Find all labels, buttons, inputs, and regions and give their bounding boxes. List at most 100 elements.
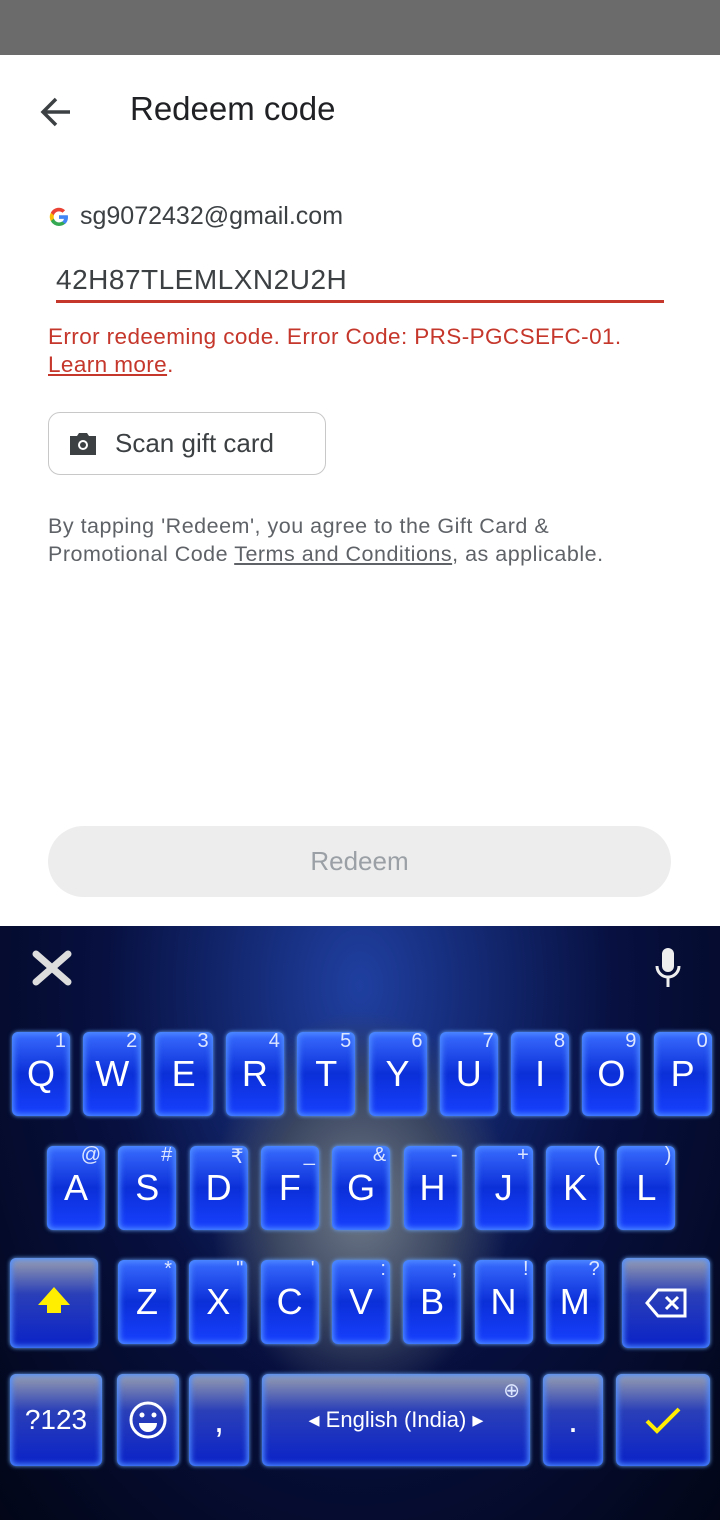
key-w[interactable]: W2 — [83, 1030, 142, 1116]
key-hint: 4 — [268, 1030, 280, 1052]
key-hint: ( — [593, 1144, 601, 1166]
key-m[interactable]: M? — [545, 1258, 604, 1344]
key-label: W — [95, 1053, 130, 1094]
key-k[interactable]: K( — [546, 1144, 605, 1230]
key-i[interactable]: I8 — [511, 1030, 570, 1116]
terms-link[interactable]: Terms and Conditions — [234, 542, 452, 566]
key-c[interactable]: C ' — [260, 1258, 319, 1344]
key-x[interactable]: X " — [189, 1258, 248, 1344]
globe-icon: ⊕ — [503, 1380, 520, 1402]
key-hint: @ — [80, 1144, 101, 1166]
key-hint: * — [164, 1258, 172, 1280]
key-hint: 1 — [54, 1030, 66, 1052]
key-label: P — [670, 1053, 695, 1094]
key-hint: " — [236, 1258, 244, 1280]
crossbones-icon[interactable] — [30, 948, 74, 993]
key-l[interactable]: L) — [617, 1144, 676, 1230]
space-label: ◂ English (India) ▸ — [308, 1407, 484, 1432]
key-label: C — [276, 1281, 303, 1322]
key-z[interactable]: Z * — [118, 1258, 176, 1344]
key-hint: 6 — [411, 1030, 423, 1052]
account-email: sg9072432@gmail.com — [80, 202, 344, 230]
emoji-key[interactable] — [117, 1374, 179, 1466]
key-hint: & — [372, 1144, 387, 1166]
scan-gift-card-button[interactable]: Scan gift card — [48, 412, 326, 475]
key-u[interactable]: U7 — [439, 1030, 498, 1116]
key-label: D — [205, 1167, 232, 1208]
key-label: B — [420, 1281, 445, 1322]
shift-key[interactable] — [10, 1258, 98, 1348]
key-label: X — [206, 1281, 231, 1322]
terms-text: By tapping 'Redeem', you agree to the Gi… — [48, 514, 604, 566]
key-label: L — [636, 1167, 657, 1208]
key-hint: + — [517, 1144, 529, 1166]
key-h[interactable]: H- — [403, 1144, 462, 1230]
google-g-icon — [49, 207, 69, 226]
page-title: Redeem code — [130, 90, 336, 127]
key-label: A — [63, 1167, 88, 1208]
camera-icon — [70, 432, 96, 455]
error-message: Error redeeming code. Error Code: PRS-PG… — [48, 324, 622, 377]
backspace-key[interactable] — [622, 1258, 710, 1348]
status-bar — [0, 0, 720, 55]
key-b[interactable]: B; — [403, 1258, 462, 1344]
key-a[interactable]: A @ — [47, 1144, 105, 1230]
key-label: J — [494, 1167, 513, 1208]
shift-arrow-icon — [38, 1287, 70, 1313]
key-hint: ₹ — [230, 1146, 244, 1168]
key-label: . — [567, 1399, 578, 1440]
key-label: H — [419, 1167, 446, 1208]
key-hint: ) — [664, 1144, 672, 1166]
key-label: Y — [385, 1053, 410, 1094]
key-d[interactable]: D ₹ — [189, 1146, 248, 1230]
key-v[interactable]: V: — [331, 1258, 390, 1344]
key-label: O — [597, 1053, 626, 1094]
key-hint: ! — [522, 1258, 529, 1280]
period-key[interactable]: . — [543, 1374, 603, 1466]
symbols-key[interactable]: ?123 — [10, 1374, 102, 1466]
comma-key[interactable]: , — [189, 1374, 249, 1466]
learn-more-link[interactable]: Learn more — [48, 352, 167, 377]
key-p[interactable]: P0 — [653, 1030, 712, 1116]
key-label: N — [490, 1281, 517, 1322]
back-button[interactable] — [36, 92, 76, 132]
account-row: sg9072432@gmail.com — [48, 202, 343, 231]
key-hint: 9 — [625, 1030, 637, 1052]
key-label: M — [559, 1281, 590, 1322]
key-y[interactable]: Y6 — [368, 1030, 427, 1116]
key-n[interactable]: N! — [474, 1258, 533, 1344]
key-hint: 8 — [553, 1030, 566, 1052]
key-hint: ? — [588, 1258, 600, 1280]
key-label: Q — [26, 1053, 55, 1094]
code-input[interactable] — [56, 260, 664, 303]
key-label: R — [241, 1053, 268, 1094]
key-hint: 7 — [482, 1030, 494, 1052]
emoji-icon — [129, 1401, 167, 1439]
microphone-icon[interactable] — [652, 946, 684, 995]
key-g[interactable]: G & — [332, 1144, 391, 1230]
key-s[interactable]: S # — [118, 1144, 177, 1230]
key-hint: 2 — [126, 1030, 138, 1052]
enter-key[interactable] — [616, 1374, 710, 1466]
key-hint: 0 — [696, 1030, 708, 1052]
key-hint: _ — [303, 1144, 315, 1166]
space-key[interactable]: ◂ English (India) ▸ ⊕ — [262, 1374, 530, 1466]
key-label: U — [455, 1053, 482, 1094]
key-hint: ' — [310, 1258, 315, 1280]
key-label: I — [535, 1053, 546, 1094]
checkmark-icon — [645, 1407, 681, 1434]
key-label: S — [135, 1167, 160, 1208]
key-hint: ; — [451, 1258, 458, 1280]
key-o[interactable]: O9 — [582, 1030, 641, 1116]
key-j[interactable]: J + — [474, 1144, 533, 1230]
key-r[interactable]: R4 — [225, 1030, 284, 1116]
key-label: G — [347, 1167, 376, 1208]
key-e[interactable]: E3 — [154, 1030, 213, 1116]
key-label: K — [563, 1167, 588, 1208]
key-hint: 3 — [197, 1030, 209, 1052]
key-q[interactable]: Q1 — [12, 1030, 70, 1116]
backspace-icon — [645, 1288, 687, 1318]
key-t[interactable]: T5 — [297, 1030, 356, 1116]
key-f[interactable]: F _ — [260, 1144, 319, 1230]
redeem-button[interactable]: Redeem — [48, 826, 671, 897]
